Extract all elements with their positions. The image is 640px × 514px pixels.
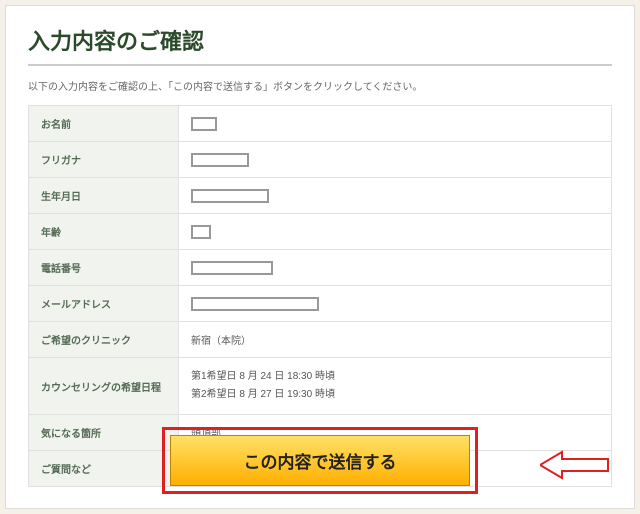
email-value [179,286,612,322]
furigana-value [179,142,612,178]
schedule-line-2: 第2希望日 8 月 27 日 19:30 時頃 [191,386,599,404]
clinic-value: 新宿（本院） [179,322,612,358]
email-label: メールアドレス [29,286,179,322]
age-label: 年齢 [29,214,179,250]
page-title: 入力内容のご確認 [28,24,612,66]
name-label: お名前 [29,106,179,142]
redacted-box [191,225,211,239]
redacted-box [191,189,269,203]
redacted-box [191,117,217,131]
redacted-box [191,261,273,275]
schedule-value: 第1希望日 8 月 24 日 18:30 時頃 第2希望日 8 月 27 日 1… [179,358,612,415]
table-row: お名前 [29,106,612,142]
table-row: カウンセリングの希望日程 第1希望日 8 月 24 日 18:30 時頃 第2希… [29,358,612,415]
arrow-left-icon [540,450,610,480]
birthdate-value [179,178,612,214]
table-row: 電話番号 [29,250,612,286]
schedule-line-1: 第1希望日 8 月 24 日 18:30 時頃 [191,368,599,386]
table-row: メールアドレス [29,286,612,322]
table-row: ご希望のクリニック 新宿（本院） [29,322,612,358]
phone-value [179,250,612,286]
submit-button[interactable]: この内容で送信する [170,435,470,486]
clinic-label: ご希望のクリニック [29,322,179,358]
confirmation-panel: 入力内容のご確認 以下の入力内容をご確認の上、「この内容で送信する」ボタンをクリ… [5,5,635,509]
table-row: フリガナ [29,142,612,178]
table-row: 年齢 [29,214,612,250]
table-row: 生年月日 [29,178,612,214]
page-subtitle: 以下の入力内容をご確認の上、「この内容で送信する」ボタンをクリックしてください。 [28,78,612,93]
phone-label: 電話番号 [29,250,179,286]
redacted-box [191,153,249,167]
birthdate-label: 生年月日 [29,178,179,214]
furigana-label: フリガナ [29,142,179,178]
redacted-box [191,297,319,311]
name-value [179,106,612,142]
highlight-box: この内容で送信する [162,427,478,494]
age-value [179,214,612,250]
schedule-label: カウンセリングの希望日程 [29,358,179,415]
